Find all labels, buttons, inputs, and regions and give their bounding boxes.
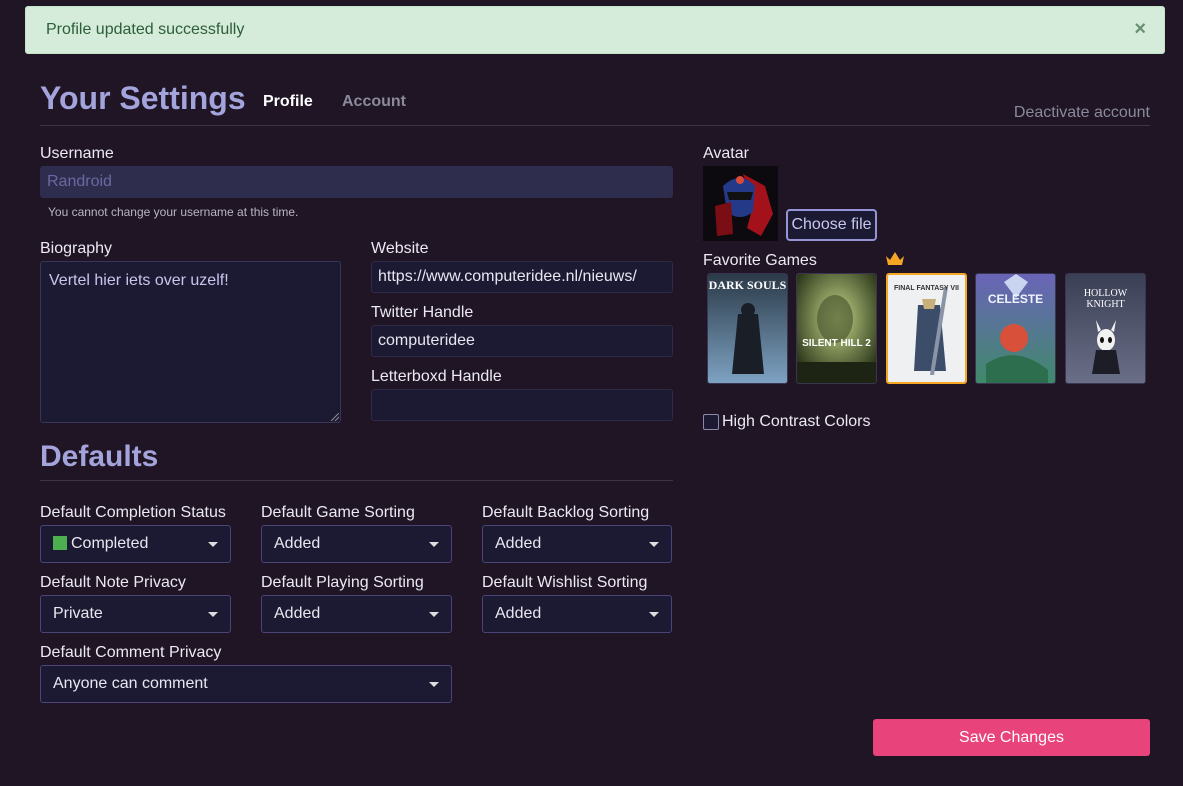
- defaults-heading: Defaults: [40, 440, 159, 473]
- caret-down-icon: [429, 612, 439, 617]
- select-value: Added: [274, 535, 321, 552]
- website-label: Website: [371, 240, 429, 257]
- favorite-game-celeste[interactable]: CELESTE: [975, 273, 1056, 384]
- completion-status-label: Default Completion Status: [40, 504, 226, 521]
- caret-down-icon: [649, 542, 659, 547]
- caret-down-icon: [208, 542, 218, 547]
- high-contrast-label[interactable]: High Contrast Colors: [722, 413, 871, 431]
- comment-privacy-select[interactable]: Anyone can comment: [40, 665, 452, 703]
- caret-down-icon: [429, 682, 439, 687]
- select-value: Added: [495, 535, 542, 552]
- select-value: Anyone can comment: [53, 675, 208, 692]
- game-title: DARK SOULS: [708, 278, 787, 292]
- tab-profile[interactable]: Profile: [263, 93, 313, 111]
- website-field[interactable]: https://www.computeridee.nl/nieuws/: [371, 261, 673, 293]
- game-sorting-label: Default Game Sorting: [261, 504, 415, 521]
- resize-handle-icon[interactable]: [331, 413, 339, 421]
- letterboxd-field[interactable]: [371, 389, 673, 421]
- select-value: Private: [53, 605, 103, 622]
- favorite-game-hollow-knight[interactable]: HOLLOW KNIGHT: [1065, 273, 1146, 384]
- letterboxd-label: Letterboxd Handle: [371, 368, 502, 385]
- favorite-game-silent-hill-2[interactable]: SILENT HILL 2: [796, 273, 877, 384]
- tab-account[interactable]: Account: [342, 93, 406, 111]
- username-hint: You cannot change your username at this …: [48, 205, 299, 219]
- header-divider: [40, 125, 1150, 126]
- comment-privacy-label: Default Comment Privacy: [40, 644, 222, 661]
- caret-down-icon: [429, 542, 439, 547]
- note-privacy-label: Default Note Privacy: [40, 574, 186, 591]
- wishlist-sorting-select[interactable]: Added: [482, 595, 672, 633]
- completed-status-icon: [53, 536, 67, 550]
- backlog-sorting-label: Default Backlog Sorting: [482, 504, 650, 521]
- game-sorting-select[interactable]: Added: [261, 525, 452, 563]
- avatar: [703, 166, 778, 241]
- game-title: CELESTE: [987, 292, 1044, 306]
- avatar-label: Avatar: [703, 145, 749, 162]
- game-title: FINAL FANTASY VII: [894, 285, 959, 292]
- caret-down-icon: [208, 612, 218, 617]
- deactivate-account-link[interactable]: Deactivate account: [1014, 104, 1150, 122]
- game-title: SILENT HILL 2: [802, 338, 871, 349]
- completion-status-select[interactable]: Completed: [40, 525, 231, 563]
- choose-file-button[interactable]: Choose file: [786, 209, 877, 241]
- twitter-label: Twitter Handle: [371, 304, 474, 321]
- favorite-game-final-fantasy-vii[interactable]: FINAL FANTASY VII: [886, 273, 967, 384]
- crown-icon: [886, 252, 904, 265]
- favorite-games-label: Favorite Games: [703, 252, 817, 269]
- defaults-divider: [40, 480, 673, 481]
- twitter-field[interactable]: computeridee: [371, 325, 673, 357]
- save-changes-button[interactable]: Save Changes: [873, 719, 1150, 756]
- success-alert: Profile updated successfully ×: [25, 6, 1165, 54]
- caret-down-icon: [649, 612, 659, 617]
- select-value: Added: [274, 605, 321, 622]
- note-privacy-select[interactable]: Private: [40, 595, 231, 633]
- biography-textarea[interactable]: Vertel hier iets over uzelf!: [40, 261, 341, 423]
- playing-sorting-select[interactable]: Added: [261, 595, 452, 633]
- username-field[interactable]: Randroid: [40, 166, 673, 198]
- alert-message: Profile updated successfully: [46, 21, 245, 38]
- backlog-sorting-select[interactable]: Added: [482, 525, 672, 563]
- game-title: HOLLOW KNIGHT: [1083, 288, 1128, 310]
- high-contrast-checkbox[interactable]: [703, 414, 719, 430]
- biography-label: Biography: [40, 240, 113, 257]
- page-title: Your Settings: [40, 80, 246, 116]
- favorite-game-dark-souls[interactable]: DARK SOULS: [707, 273, 788, 384]
- select-value: Added: [495, 605, 542, 622]
- wishlist-sorting-label: Default Wishlist Sorting: [482, 574, 648, 591]
- select-value: Completed: [71, 535, 149, 552]
- username-label: Username: [40, 145, 114, 162]
- biography-placeholder: Vertel hier iets over uzelf!: [49, 272, 229, 289]
- close-icon[interactable]: ×: [1134, 18, 1146, 41]
- playing-sorting-label: Default Playing Sorting: [261, 574, 424, 591]
